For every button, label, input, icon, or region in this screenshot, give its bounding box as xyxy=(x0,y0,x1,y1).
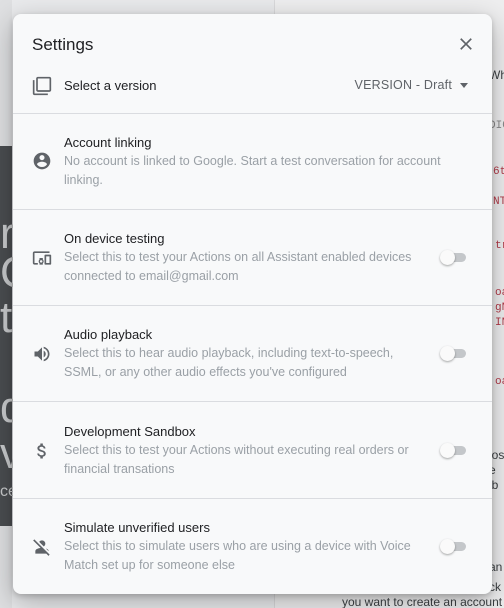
setting-title: Simulate unverified users xyxy=(64,520,210,535)
background-snippet: oa xyxy=(495,376,504,388)
background-fragment: t xyxy=(0,293,13,342)
toggle-knob xyxy=(440,443,455,458)
version-selector-row: Select a version VERSION - Draft xyxy=(13,72,492,114)
setting-description: No account is linked to Google. Start a … xyxy=(64,154,441,187)
development-sandbox-toggle[interactable] xyxy=(440,443,466,458)
background-snippet: gN xyxy=(495,302,504,314)
versions-icon xyxy=(32,76,52,96)
account-circle-icon xyxy=(33,152,51,170)
setting-description: Select this to test your Actions on all … xyxy=(64,250,412,283)
dialog-title: Settings xyxy=(32,35,94,54)
version-dropdown[interactable]: VERSION - Draft xyxy=(355,78,468,92)
setting-title: On device testing xyxy=(64,231,165,246)
dollar-icon xyxy=(37,443,46,459)
setting-title: Audio playback xyxy=(64,327,153,342)
simulate-unverified-users-toggle[interactable] xyxy=(440,539,466,554)
setting-on-device-testing: On device testing Select this to test yo… xyxy=(13,210,492,306)
close-icon xyxy=(460,38,472,50)
background-snippet: IN xyxy=(495,317,504,329)
setting-account-linking: Account linking No account is linked to … xyxy=(13,114,492,210)
setting-description: Select this to simulate users who are us… xyxy=(64,539,411,572)
setting-description: Select this to test your Actions without… xyxy=(64,443,409,476)
close-button[interactable] xyxy=(456,34,476,54)
audio-playback-toggle[interactable] xyxy=(440,346,466,361)
on-device-testing-toggle[interactable] xyxy=(440,250,466,265)
dropdown-arrow-icon xyxy=(460,83,468,88)
devices-icon xyxy=(32,251,52,265)
setting-simulate-unverified-users: Simulate unverified users Select this to… xyxy=(13,499,492,594)
setting-description: Select this to hear audio playback, incl… xyxy=(64,346,394,379)
dialog-header: Settings xyxy=(13,14,492,72)
background-snippet: 6t xyxy=(493,166,504,178)
toggle-knob xyxy=(440,346,455,361)
settings-dialog: Settings Select a version VERSION - Draf… xyxy=(13,14,492,594)
background-snippet: NT xyxy=(493,196,504,208)
setting-audio-playback: Audio playback Select this to hear audio… xyxy=(13,306,492,402)
background-dark-image: r C t d v ce xyxy=(0,146,32,526)
person-off-icon xyxy=(33,539,50,556)
setting-title: Account linking xyxy=(64,135,152,150)
background-snippet: tr xyxy=(495,240,504,252)
version-value: VERSION - Draft xyxy=(354,78,452,92)
toggle-knob xyxy=(440,539,455,554)
setting-development-sandbox: Development Sandbox Select this to test … xyxy=(13,402,492,499)
toggle-knob xyxy=(440,250,455,265)
setting-title: Development Sandbox xyxy=(64,424,196,439)
background-snippet: oa xyxy=(495,287,504,299)
version-label: Select a version xyxy=(64,78,157,93)
volume-icon xyxy=(34,346,50,362)
background-bottom-text: you want to create an account xyxy=(342,595,503,608)
